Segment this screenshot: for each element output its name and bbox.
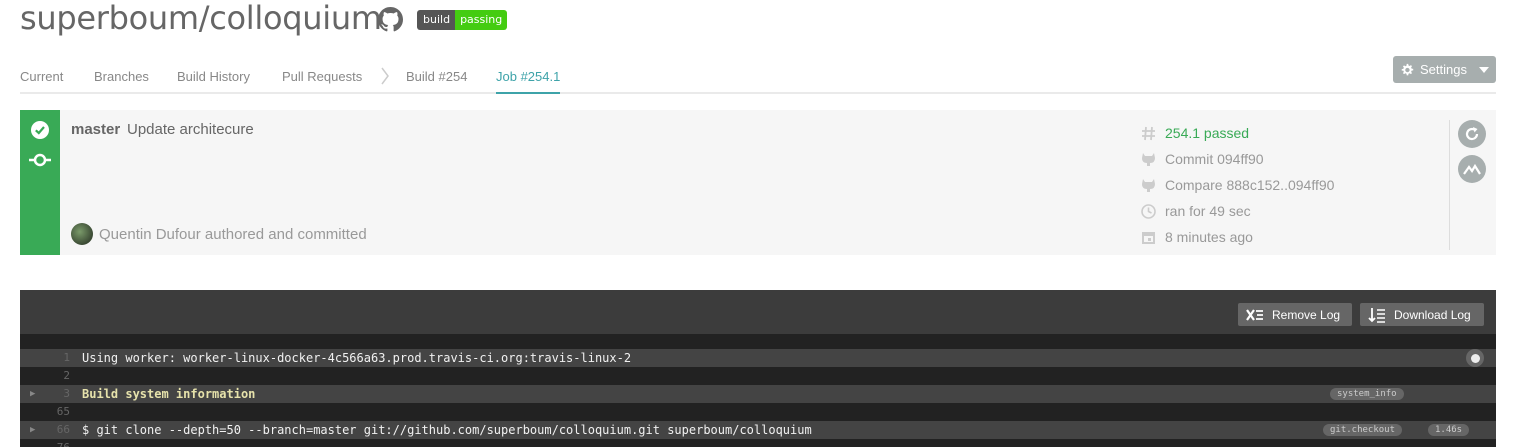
dot-icon [1470, 353, 1480, 363]
download-log-button[interactable]: Download Log [1360, 303, 1484, 326]
log-fold[interactable]: ▶ 3 Build system information system_info [20, 385, 1496, 403]
badge-status: passing [455, 10, 508, 30]
tab-current[interactable]: Current [20, 68, 63, 86]
author-line: Quentin Dufour authored and committed [99, 226, 367, 243]
line-number[interactable]: 66 [40, 421, 70, 439]
job-status[interactable]: 254.1 passed [1140, 122, 1249, 144]
mountain-icon [1463, 163, 1481, 175]
commit-icon [29, 153, 51, 167]
github-icon [1140, 177, 1157, 194]
caret-down-icon [1478, 66, 1489, 73]
job-status-label: 254.1 passed [1165, 125, 1250, 141]
commit-link[interactable]: Commit 094ff90 [1140, 148, 1264, 170]
fold-arrow-icon[interactable]: ▶ [30, 385, 35, 403]
tab-build[interactable]: Build #254 [406, 68, 467, 86]
fold-duration: 1.46s [1428, 424, 1470, 436]
download-log-label: Download Log [1394, 307, 1471, 322]
calendar-icon [1140, 229, 1157, 246]
line-text: $ git clone --depth=50 --branch=master g… [82, 423, 812, 437]
line-number[interactable]: 76 [40, 439, 70, 447]
gear-icon [1401, 63, 1414, 75]
build-summary: master Update architecure Quentin Dufour… [20, 110, 1496, 255]
restart-job-button[interactable] [1458, 120, 1486, 148]
fold-arrow-icon[interactable]: ▶ [30, 421, 35, 439]
log-line[interactable]: 2 [20, 367, 1496, 385]
tab-build-history[interactable]: Build History [177, 68, 250, 86]
duration-label: ran for 49 sec [1165, 203, 1251, 219]
log-toolbar: Remove Log Download Log [20, 290, 1496, 334]
check-circle-icon [31, 121, 49, 139]
github-icon[interactable] [378, 7, 403, 32]
restart-icon [1465, 127, 1479, 141]
line-text: Using worker: worker-linux-docker-4c566a… [82, 351, 632, 365]
log-lines: 1 Using worker: worker-linux-docker-4c56… [20, 349, 1496, 447]
finished-label: 8 minutes ago [1165, 229, 1253, 245]
log-fold[interactable]: ▶ 66 $ git clone --depth=50 --branch=mas… [20, 421, 1496, 439]
compare-link[interactable]: Compare 888c152..094ff90 [1140, 174, 1334, 196]
download-log-icon [1368, 307, 1385, 323]
repo-title: superboum/colloquium [20, 0, 382, 37]
fold-title: Build system information [82, 387, 256, 401]
debug-job-button[interactable] [1458, 155, 1486, 183]
job-log: Remove Log Download Log 1 Using worker: … [20, 290, 1496, 447]
commit-label: Commit 094ff90 [1165, 151, 1264, 167]
tab-bar: Current Branches Build History Pull Requ… [20, 67, 1496, 94]
badge-label: build [417, 10, 456, 30]
build-status-badge[interactable]: build passing [417, 10, 508, 30]
remove-log-button[interactable]: Remove Log [1238, 303, 1352, 326]
follow-log-button[interactable] [1466, 349, 1484, 367]
log-line[interactable]: 76 [20, 439, 1496, 447]
divider [1449, 120, 1450, 250]
duration: ran for 49 sec [1140, 200, 1251, 222]
clock-icon [1140, 203, 1157, 220]
fold-tag: system_info [1330, 388, 1404, 400]
compare-label: Compare 888c152..094ff90 [1165, 177, 1335, 193]
tab-branches[interactable]: Branches [94, 68, 149, 86]
chevron-right-icon [381, 67, 389, 85]
commit-message: Update architecure [127, 121, 254, 138]
line-number[interactable]: 3 [40, 385, 70, 403]
github-icon [1140, 151, 1157, 168]
remove-log-icon [1246, 308, 1263, 321]
log-line[interactable]: 1 Using worker: worker-linux-docker-4c56… [20, 349, 1496, 367]
hash-icon [1140, 125, 1157, 142]
finished-at: 8 minutes ago [1140, 226, 1253, 248]
remove-log-label: Remove Log [1272, 307, 1341, 322]
log-line[interactable]: 65 [20, 403, 1496, 421]
settings-button[interactable]: Settings [1393, 56, 1496, 83]
tab-pull-requests[interactable]: Pull Requests [282, 68, 362, 86]
settings-label: Settings [1420, 62, 1467, 77]
branch-name[interactable]: master [71, 121, 120, 138]
tab-job[interactable]: Job #254.1 [496, 68, 561, 94]
line-number[interactable]: 65 [40, 403, 70, 421]
line-number[interactable]: 2 [40, 367, 70, 385]
status-bar [20, 110, 60, 255]
fold-tag: git.checkout [1323, 424, 1403, 436]
line-number[interactable]: 1 [40, 349, 70, 367]
avatar [71, 223, 93, 245]
